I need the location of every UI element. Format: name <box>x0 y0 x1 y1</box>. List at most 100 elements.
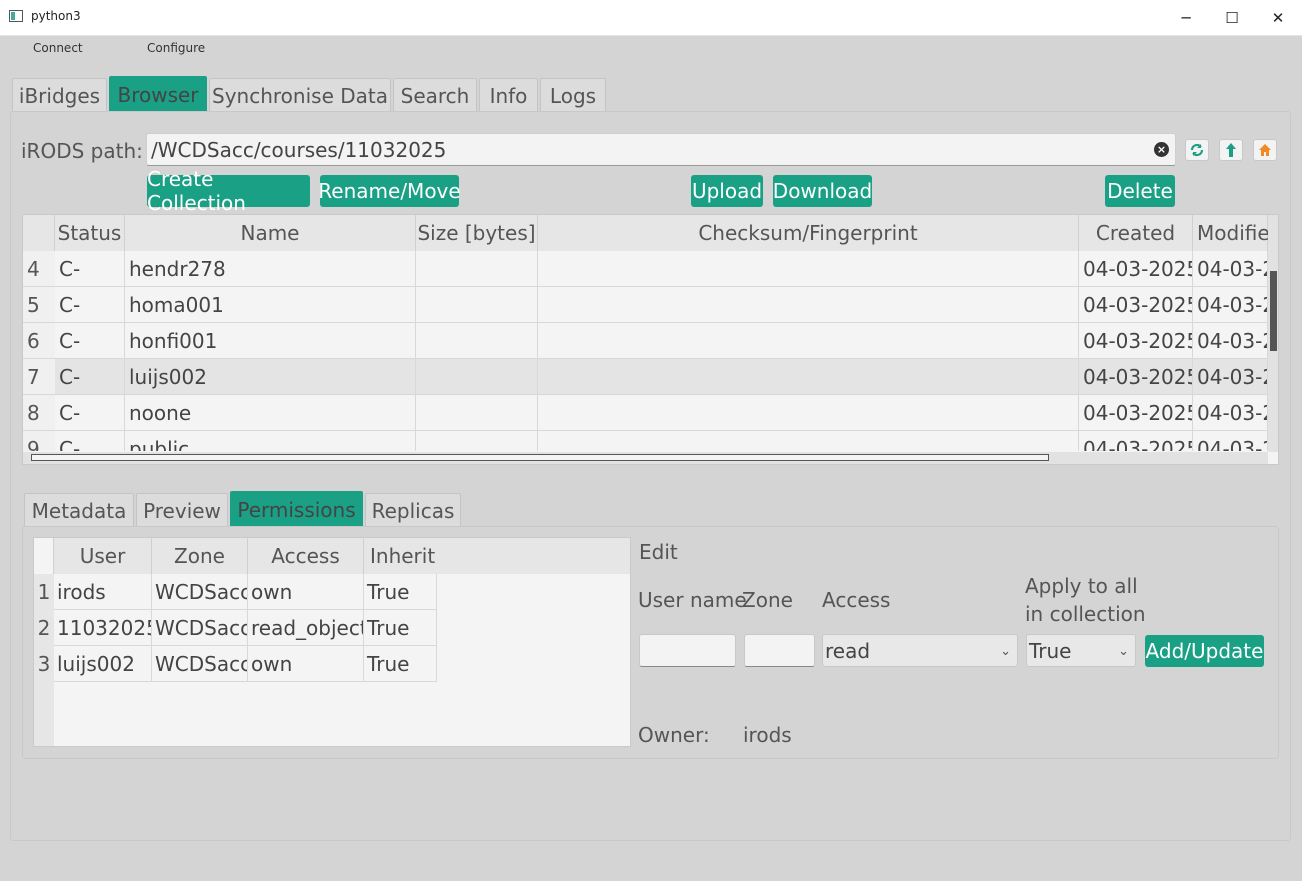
zone-input[interactable] <box>744 634 815 667</box>
clear-icon[interactable]: × <box>1154 142 1169 157</box>
row-number[interactable]: 6 <box>23 323 55 359</box>
cell-created[interactable]: 04-03-2025 <box>1079 323 1193 359</box>
tab-ibridges[interactable]: iBridges <box>12 78 107 112</box>
horizontal-scroll-thumb[interactable] <box>31 454 1049 461</box>
perm-cell-inherit[interactable]: True <box>364 610 437 646</box>
col-modified[interactable]: Modifie <box>1193 215 1270 251</box>
refresh-button[interactable] <box>1185 139 1209 161</box>
cell-modified[interactable]: 04-03-2 <box>1193 287 1268 323</box>
cell-created[interactable]: 04-03-2025 <box>1079 287 1193 323</box>
home-button[interactable] <box>1253 139 1277 161</box>
tab-synchronise-data[interactable]: Synchronise Data <box>209 78 391 112</box>
col-name[interactable]: Name <box>125 215 416 251</box>
perm-cell-inherit[interactable]: True <box>364 574 437 610</box>
col-user[interactable]: User <box>54 538 152 574</box>
tab-preview[interactable]: Preview <box>136 493 228 527</box>
minimize-button[interactable]: ─ <box>1163 0 1209 35</box>
parent-folder-button[interactable] <box>1219 139 1243 161</box>
create-collection-button[interactable]: Create Collection <box>147 167 310 215</box>
perm-cell-access[interactable]: own <box>248 646 364 682</box>
tab-metadata[interactable]: Metadata <box>24 493 134 527</box>
close-button[interactable]: ✕ <box>1255 0 1301 35</box>
vertical-scroll-thumb[interactable] <box>1270 271 1277 351</box>
row-number[interactable]: 5 <box>23 287 55 323</box>
cell-name[interactable]: luijs002 <box>125 359 416 395</box>
perm-row-number[interactable]: 3 <box>34 646 54 682</box>
col-zone[interactable]: Zone <box>152 538 248 574</box>
cell-size[interactable] <box>416 323 538 359</box>
tab-replicas[interactable]: Replicas <box>365 493 461 527</box>
perm-cell-access[interactable]: read_object <box>248 610 364 646</box>
cell-size[interactable] <box>416 287 538 323</box>
tab-logs[interactable]: Logs <box>540 78 606 112</box>
cell-size[interactable] <box>416 431 538 451</box>
cell-checksum[interactable] <box>538 251 1079 287</box>
upload-button[interactable]: Upload <box>691 175 763 207</box>
cell-modified[interactable]: 04-03-2 <box>1193 251 1268 287</box>
perm-cell-user[interactable]: irods <box>54 574 152 610</box>
cell-status[interactable]: C- <box>55 431 125 451</box>
col-checksum[interactable]: Checksum/Fingerprint <box>538 215 1079 251</box>
cell-modified[interactable]: 04-03-2 <box>1193 431 1268 451</box>
cell-checksum[interactable] <box>538 287 1079 323</box>
row-number[interactable]: 7 <box>23 359 55 395</box>
cell-checksum[interactable] <box>538 431 1079 451</box>
cell-checksum[interactable] <box>538 359 1079 395</box>
menu-connect[interactable]: Connect <box>33 41 83 55</box>
cell-size[interactable] <box>416 359 538 395</box>
delete-button[interactable]: Delete <box>1105 175 1175 207</box>
perm-cell-inherit[interactable]: True <box>364 646 437 682</box>
cell-name[interactable]: homa001 <box>125 287 416 323</box>
row-number[interactable]: 4 <box>23 251 55 287</box>
cell-status[interactable]: C- <box>55 359 125 395</box>
cell-name[interactable]: hendr278 <box>125 251 416 287</box>
maximize-button[interactable]: ☐ <box>1209 0 1255 35</box>
perm-cell-zone[interactable]: WCDSacc <box>152 646 248 682</box>
col-size[interactable]: Size [bytes] <box>416 215 538 251</box>
vertical-scrollbar[interactable] <box>1268 215 1278 452</box>
perm-row-number[interactable]: 1 <box>34 574 54 610</box>
col-access[interactable]: Access <box>248 538 364 574</box>
row-number[interactable]: 8 <box>23 395 55 431</box>
perm-cell-user[interactable]: luijs002 <box>54 646 152 682</box>
cell-created[interactable]: 04-03-2025 <box>1079 251 1193 287</box>
apply-select[interactable]: True ⌄ <box>1026 634 1136 667</box>
user-name-input[interactable] <box>639 634 736 667</box>
cell-size[interactable] <box>416 395 538 431</box>
tab-permissions[interactable]: Permissions <box>230 491 363 527</box>
tab-browser[interactable]: Browser <box>109 76 207 112</box>
row-number[interactable]: 9 <box>23 431 55 451</box>
perm-cell-access[interactable]: own <box>248 574 364 610</box>
cell-checksum[interactable] <box>538 395 1079 431</box>
cell-created[interactable]: 04-03-2025 <box>1079 431 1193 451</box>
access-select[interactable]: read ⌄ <box>822 634 1018 667</box>
perm-cell-user[interactable]: 11032025 <box>54 610 152 646</box>
rename-move-button[interactable]: Rename/Move <box>318 175 461 207</box>
menu-configure[interactable]: Configure <box>147 41 205 55</box>
cell-name[interactable]: honfi001 <box>125 323 416 359</box>
perm-cell-zone[interactable]: WCDSacc <box>152 574 248 610</box>
cell-created[interactable]: 04-03-2025 <box>1079 395 1193 431</box>
cell-name[interactable]: noone <box>125 395 416 431</box>
col-inherit[interactable]: Inherit <box>364 538 630 574</box>
cell-modified[interactable]: 04-03-2 <box>1193 323 1268 359</box>
cell-created[interactable]: 04-03-2025 <box>1079 359 1193 395</box>
cell-checksum[interactable] <box>538 323 1079 359</box>
perm-row-number[interactable]: 2 <box>34 610 54 646</box>
download-button[interactable]: Download <box>773 175 872 207</box>
horizontal-scrollbar[interactable] <box>23 452 1268 464</box>
cell-modified[interactable]: 04-03-2 <box>1193 395 1268 431</box>
cell-status[interactable]: C- <box>55 395 125 431</box>
perm-cell-zone[interactable]: WCDSacc <box>152 610 248 646</box>
col-status[interactable]: Status <box>55 215 125 251</box>
tab-search[interactable]: Search <box>393 78 477 112</box>
cell-name[interactable]: public <box>125 431 416 451</box>
irods-path-input[interactable]: /WCDSacc/courses/11032025 <box>146 133 1176 166</box>
add-update-button[interactable]: Add/Update <box>1145 635 1264 667</box>
cell-status[interactable]: C- <box>55 323 125 359</box>
col-created[interactable]: Created <box>1079 215 1193 251</box>
cell-modified[interactable]: 04-03-2 <box>1193 359 1268 395</box>
tab-info[interactable]: Info <box>479 78 538 112</box>
cell-status[interactable]: C- <box>55 251 125 287</box>
cell-status[interactable]: C- <box>55 287 125 323</box>
